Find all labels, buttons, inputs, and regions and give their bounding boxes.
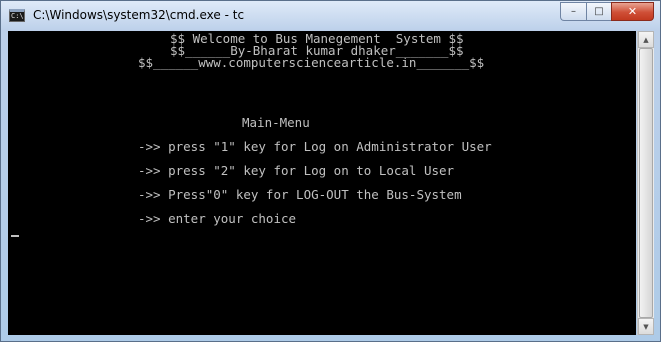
scroll-down-arrow-icon[interactable]: ▼ — [638, 318, 654, 335]
scrollbar-thumb[interactable] — [639, 48, 653, 318]
cmd-window: C:\ C:\Windows\system32\cmd.exe - tc – □… — [0, 0, 661, 342]
close-button[interactable]: ✕ — [611, 2, 654, 21]
console-output[interactable]: $$ Welcome to Bus Manegement System $$ $… — [8, 31, 636, 335]
scroll-up-arrow-icon[interactable]: ▲ — [638, 31, 654, 48]
text-cursor — [11, 235, 19, 237]
title-bar[interactable]: C:\ C:\Windows\system32\cmd.exe - tc – □… — [1, 1, 660, 31]
menu-option-2: ->> press "2" key for Log on to Local Us… — [138, 163, 455, 178]
window-controls: – □ ✕ — [560, 2, 654, 21]
vertical-scrollbar[interactable]: ▲ ▼ — [637, 31, 654, 335]
minimize-button[interactable]: – — [560, 2, 586, 21]
cmd-icon[interactable]: C:\ — [9, 9, 25, 22]
header-line-3: $$______www.computersciencearticle.in___… — [138, 55, 485, 70]
window-title: C:\Windows\system32\cmd.exe - tc — [33, 8, 245, 22]
maximize-button[interactable]: □ — [586, 2, 611, 21]
menu-option-0: ->> Press"0" key for LOG-OUT the Bus-Sys… — [138, 187, 462, 202]
choice-prompt: ->> enter your choice — [138, 211, 297, 226]
menu-title: Main-Menu — [242, 115, 310, 130]
menu-option-1: ->> press "1" key for Log on Administrat… — [138, 139, 492, 154]
cmd-icon-text: C:\ — [11, 12, 24, 20]
